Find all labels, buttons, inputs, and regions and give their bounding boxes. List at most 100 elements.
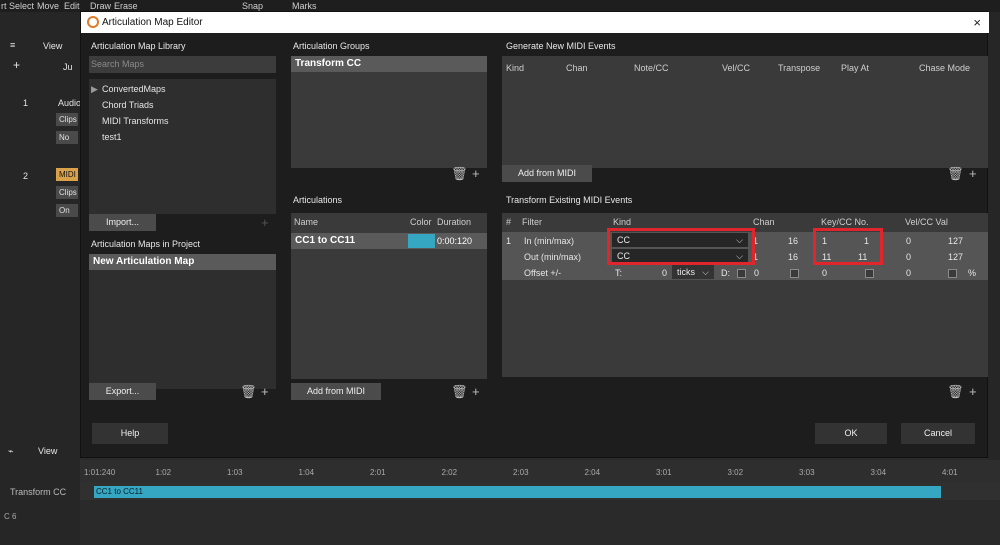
timeline-ruler[interactable]: 1:01:240 1:02 1:03 1:04 2:01 2:02 2:03 2:04 3:01… <box>80 460 1000 482</box>
generate-header: Generate New MIDI Events <box>506 41 616 51</box>
chan-offset[interactable]: 0 <box>754 268 759 278</box>
list-item[interactable]: test1 <box>102 132 122 142</box>
column-header: Note/CC <box>634 63 669 73</box>
checkbox[interactable] <box>737 269 746 278</box>
add-icon[interactable]: + <box>261 216 269 229</box>
midi-clip[interactable]: CC1 to CC11 <box>94 486 941 498</box>
add-from-midi-button[interactable]: Add from MIDI <box>291 383 381 400</box>
key-offset[interactable]: 0 <box>822 268 827 278</box>
add-track-icon[interactable]: + <box>13 58 20 72</box>
chevron-down-icon: ⌵ <box>702 267 709 277</box>
checkbox[interactable] <box>948 269 957 278</box>
list-item[interactable]: Chord Triads <box>102 100 154 110</box>
clips-button[interactable]: Clips <box>56 186 78 199</box>
list-item[interactable]: MIDI Transforms <box>102 116 169 126</box>
menu-item[interactable]: Move <box>37 1 59 11</box>
track-number: 1 <box>23 98 29 108</box>
ruler-tick: 2:04 <box>584 468 601 477</box>
vel-min[interactable]: 0 <box>906 252 911 262</box>
chevron-icon[interactable]: ⌁ <box>8 446 13 457</box>
add-icon[interactable]: + <box>472 385 480 398</box>
add-icon[interactable]: + <box>472 167 480 180</box>
chevron-right-icon[interactable]: ▶ <box>91 84 98 95</box>
column-header: Chan <box>753 217 775 227</box>
track-input-button[interactable]: No <box>56 131 78 144</box>
list-item[interactable]: ConvertedMaps <box>102 84 166 94</box>
trash-icon[interactable]: 🗑 <box>947 167 964 180</box>
ruler-tick: 3:04 <box>870 468 887 477</box>
trash-icon[interactable]: 🗑 <box>240 385 257 398</box>
track-pane: ≡ View + Ju 1 Audio Clips No 2 MIDI Clip… <box>0 12 81 462</box>
clips-button[interactable]: Clips <box>56 113 78 126</box>
menu-item[interactable]: Marks <box>292 1 317 11</box>
filter-label: Out (min/max) <box>524 252 582 262</box>
chan-max[interactable]: 16 <box>788 252 798 262</box>
vel-max[interactable]: 127 <box>948 252 963 262</box>
highlight-box <box>813 228 883 265</box>
piano-key-label: C 6 <box>4 512 17 521</box>
row-number: 1 <box>506 236 512 246</box>
list-item-selected[interactable]: Transform CC <box>291 56 487 72</box>
add-icon[interactable]: + <box>261 385 269 398</box>
menu-item[interactable]: Select <box>9 1 34 11</box>
help-button[interactable]: Help <box>92 423 168 444</box>
cancel-button[interactable]: Cancel <box>901 423 975 444</box>
track-view-label[interactable]: View <box>43 41 62 51</box>
menu-item[interactable]: Edit <box>64 1 80 11</box>
ruler-tick: 1:01:240 <box>84 468 116 477</box>
column-header: Kind <box>506 63 525 73</box>
library-header: Articulation Map Library <box>91 41 186 51</box>
checkbox[interactable] <box>790 269 799 278</box>
dialog-titlebar: Articulation Map Editor × <box>81 12 989 33</box>
scrollbar[interactable] <box>988 12 1000 462</box>
units-dropdown[interactable]: ticks ⌵ <box>672 265 714 279</box>
menu-item[interactable]: Erase <box>114 1 138 11</box>
t-value[interactable]: 0 <box>662 268 667 278</box>
import-button[interactable]: Import... <box>89 214 156 231</box>
add-icon[interactable]: + <box>969 385 977 398</box>
column-header: Play At <box>841 63 870 73</box>
vel-max[interactable]: 127 <box>948 236 963 246</box>
track-name[interactable]: MIDI <box>56 168 78 181</box>
highlight-box <box>607 228 755 265</box>
ok-button[interactable]: OK <box>815 423 887 444</box>
piano-roll[interactable] <box>80 500 1000 545</box>
duration-value[interactable]: 0:00:120 <box>437 236 472 246</box>
menu-item[interactable]: Snap <box>242 1 263 11</box>
track-name[interactable]: Audio <box>58 98 81 108</box>
track-input-button[interactable]: On <box>56 204 78 217</box>
project-list: New Articulation Map <box>89 254 276 389</box>
list-item-selected[interactable]: New Articulation Map <box>89 254 276 270</box>
chan-max[interactable]: 16 <box>788 236 798 246</box>
trash-icon[interactable]: 🗑 <box>947 385 964 398</box>
list-icon[interactable]: ≡ <box>10 40 15 50</box>
project-header: Articulation Maps in Project <box>91 239 201 249</box>
percent-unit: % <box>968 268 977 278</box>
articulations-header: Articulations <box>293 195 343 205</box>
vel-min[interactable]: 0 <box>906 236 911 246</box>
generate-table: Kind Chan Note/CC Vel/CC Transpose Play … <box>502 56 988 168</box>
close-icon[interactable]: × <box>973 15 981 30</box>
add-icon[interactable]: + <box>969 167 977 180</box>
color-swatch[interactable] <box>408 234 435 248</box>
lane-label: Transform CC <box>10 487 67 497</box>
menu-item[interactable]: rt <box>1 1 7 11</box>
pianoroll-view-label[interactable]: View <box>38 446 57 456</box>
ruler-tick: 3:03 <box>799 468 815 477</box>
search-input[interactable]: Search Maps <box>89 56 276 73</box>
trash-icon[interactable]: 🗑 <box>451 385 468 398</box>
trash-icon[interactable]: 🗑 <box>451 167 468 180</box>
ruler-tick: 4:01 <box>942 468 958 477</box>
library-list: ▶ ConvertedMaps Chord Triads MIDI Transf… <box>89 79 276 214</box>
search-prefix: Ju <box>63 62 73 72</box>
menu-item[interactable]: Draw <box>90 1 111 11</box>
checkbox[interactable] <box>865 269 874 278</box>
column-header: Color <box>410 217 432 227</box>
ruler-tick: 2:01 <box>370 468 386 477</box>
transform-header: Transform Existing MIDI Events <box>506 195 633 205</box>
export-button[interactable]: Export... <box>89 383 156 400</box>
app-logo-icon <box>87 16 99 28</box>
column-header: Vel/CC Val <box>905 217 948 227</box>
vel-offset[interactable]: 0 <box>906 268 911 278</box>
add-from-midi-button[interactable]: Add from MIDI <box>502 165 592 182</box>
